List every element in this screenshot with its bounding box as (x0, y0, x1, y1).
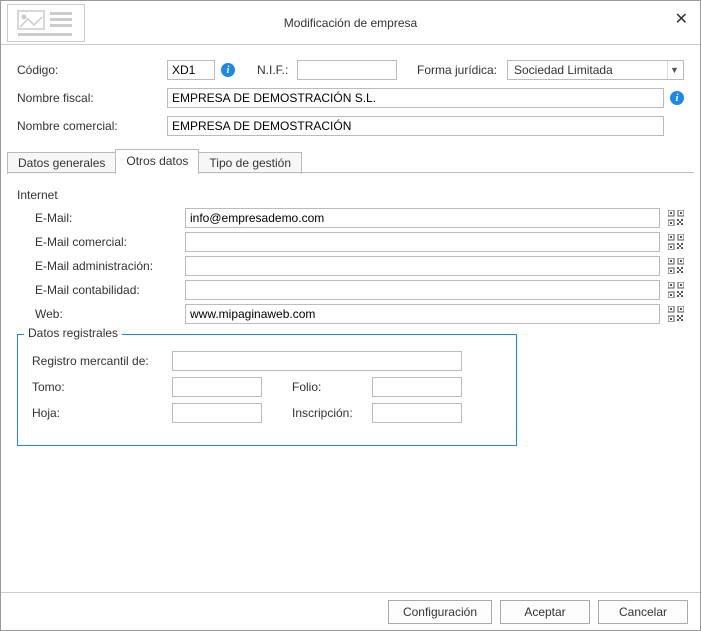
qr-icon[interactable] (666, 232, 686, 252)
forma-select[interactable]: Sociedad Limitada ▼ (507, 60, 684, 80)
tabs-area: Datos generales Otros datos Tipo de gest… (1, 149, 700, 446)
nombre-comercial-input[interactable] (167, 116, 664, 136)
email-admin-input[interactable] (185, 256, 660, 276)
cancel-button[interactable]: Cancelar (598, 600, 688, 624)
reg-mercantil-input[interactable] (172, 351, 462, 371)
forma-label: Forma jurídica: (417, 63, 507, 77)
datos-registrales-legend: Datos registrales (24, 326, 122, 340)
chevron-down-icon: ▼ (667, 61, 681, 79)
nif-label: N.I.F.: (257, 63, 297, 77)
accept-button[interactable]: Aceptar (500, 600, 590, 624)
email-contabilidad-label: E-Mail contabilidad: (35, 283, 185, 297)
web-label: Web: (35, 307, 185, 321)
email-comercial-input[interactable] (185, 232, 660, 252)
info-icon[interactable]: i (221, 63, 235, 77)
internet-group-label: Internet (17, 188, 686, 202)
close-button[interactable]: ✕ (675, 9, 688, 29)
dialog-title: Modificación de empresa (1, 16, 700, 30)
email-input[interactable] (185, 208, 660, 228)
qr-icon[interactable] (666, 280, 686, 300)
codigo-input[interactable] (167, 60, 215, 80)
config-button[interactable]: Configuración (388, 600, 492, 624)
qr-icon[interactable] (666, 208, 686, 228)
codigo-label: Código: (17, 63, 167, 77)
hoja-input[interactable] (172, 403, 262, 423)
folio-label: Folio: (292, 380, 372, 394)
nombre-comercial-label: Nombre comercial: (17, 119, 167, 133)
reg-mercantil-label: Registro mercantil de: (32, 354, 172, 368)
folio-input[interactable] (372, 377, 462, 397)
dialog-icon (7, 4, 85, 42)
nombre-fiscal-input[interactable] (167, 88, 664, 108)
tomo-input[interactable] (172, 377, 262, 397)
inscripcion-label: Inscripción: (292, 406, 372, 420)
tab-otros-datos[interactable]: Otros datos (115, 149, 199, 173)
tomo-label: Tomo: (32, 380, 172, 394)
inscripcion-input[interactable] (372, 403, 462, 423)
datos-registrales-group: Datos registrales Registro mercantil de:… (17, 334, 517, 446)
nif-input[interactable] (297, 60, 397, 80)
web-input[interactable] (185, 304, 660, 324)
header-form: Código: i N.I.F.: Forma jurídica: Socied… (1, 45, 700, 149)
info-icon[interactable]: i (670, 91, 684, 105)
titlebar: Modificación de empresa ✕ (1, 1, 700, 45)
email-label: E-Mail: (35, 211, 185, 225)
nombre-fiscal-label: Nombre fiscal: (17, 91, 167, 105)
dialog-window: Modificación de empresa ✕ Código: i N.I.… (0, 0, 701, 631)
qr-icon[interactable] (666, 304, 686, 324)
hoja-label: Hoja: (32, 406, 172, 420)
tab-panel-otros-datos: Internet E-Mail: E-Mail comercial: E-Mai… (7, 174, 694, 446)
email-admin-label: E-Mail administración: (35, 259, 185, 273)
forma-select-value: Sociedad Limitada (514, 63, 613, 77)
email-comercial-label: E-Mail comercial: (35, 235, 185, 249)
tab-datos-generales[interactable]: Datos generales (7, 152, 116, 174)
email-contabilidad-input[interactable] (185, 280, 660, 300)
tab-tipo-gestion[interactable]: Tipo de gestión (198, 152, 302, 174)
qr-icon[interactable] (666, 256, 686, 276)
dialog-footer: Configuración Aceptar Cancelar (1, 592, 700, 630)
